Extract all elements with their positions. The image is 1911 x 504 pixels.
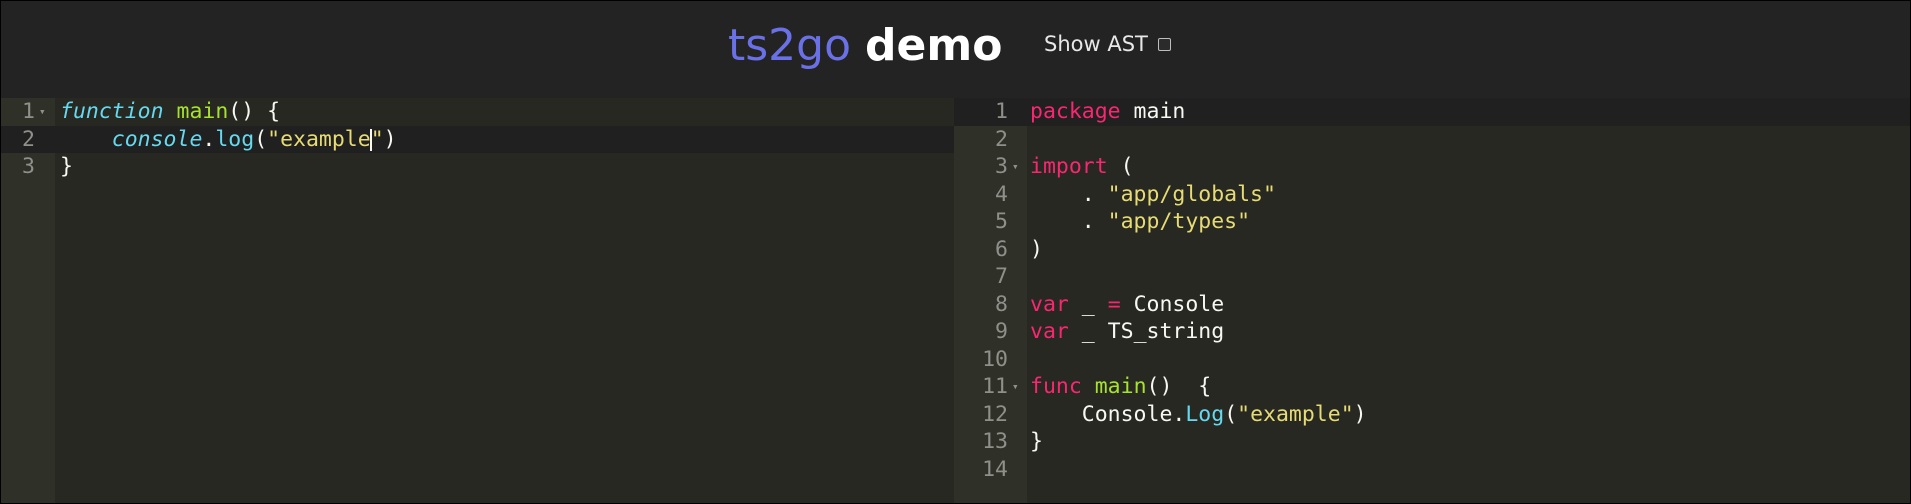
line-number: 7 [995, 264, 1008, 289]
code-text: ) [1030, 236, 1043, 262]
code-line: 3 } [1, 153, 954, 181]
line-number: 10 [982, 346, 1008, 372]
code-line-active: 2 console.log("example") [1, 125, 954, 153]
go-output-editor[interactable]: 1 package main 2 3 ▾ import ( 4 . "app/g… [954, 98, 1910, 503]
page-title: ts2go demo [728, 17, 1002, 75]
line-number: 4 [995, 181, 1008, 207]
code-text: func main() { [1030, 374, 1212, 399]
code-text: console.log("example") [111, 126, 397, 152]
code-text: . "app/types" [1030, 209, 1251, 234]
code-line: 4 . "app/globals" [954, 181, 1910, 209]
line-number: 12 [982, 401, 1008, 427]
line-number: 3 [22, 154, 35, 179]
line-number: 2 [22, 126, 35, 152]
code-text: package main [1030, 99, 1186, 124]
app-window: ts2go demo Show AST 1 ▾ function main() … [0, 0, 1911, 504]
line-number: 1 [22, 99, 35, 124]
code-text: } [60, 154, 73, 179]
code-line: 10 [954, 346, 1910, 374]
code-line: 6 ) [954, 236, 1910, 264]
code-line: 1 ▾ function main() { [1, 98, 954, 126]
line-number: 1 [995, 99, 1008, 124]
line-number: 3 [995, 154, 1008, 179]
code-line: 3 ▾ import ( [954, 153, 1910, 181]
code-line: 12 Console.Log("example") [954, 401, 1910, 429]
line-number: 5 [995, 209, 1008, 234]
line-number: 2 [995, 126, 1008, 152]
code-text: function main() { [60, 99, 281, 124]
header: ts2go demo Show AST [1, 1, 1910, 98]
code-text: var _ = Console [1030, 291, 1225, 317]
title-demo: demo [865, 20, 1003, 71]
typescript-editor[interactable]: 1 ▾ function main() { 2 console.log("exa… [1, 98, 954, 503]
line-number: 11 [982, 374, 1008, 399]
code-line: 14 [954, 456, 1910, 484]
code-line: 13 } [954, 428, 1910, 456]
line-number: 9 [995, 319, 1008, 344]
line-number: 13 [982, 429, 1008, 454]
code-line: 7 [954, 263, 1910, 291]
code-text: } [1030, 429, 1043, 454]
line-number: 8 [995, 291, 1008, 317]
line-number: 6 [995, 236, 1008, 262]
fold-arrow-icon[interactable]: ▾ [1012, 153, 1019, 181]
code-line: 2 [954, 126, 1910, 154]
code-line: 8 var _ = Console [954, 291, 1910, 319]
code-text: var _ TS_string [1030, 319, 1225, 344]
show-ast-label: Show AST [1044, 32, 1148, 56]
code-line-active: 1 package main [954, 98, 1910, 126]
code-text: Console.Log("example") [1081, 401, 1367, 427]
title-brand: ts2go [728, 20, 852, 71]
show-ast-toggle[interactable]: Show AST [1044, 29, 1171, 59]
code-line: 9 var _ TS_string [954, 318, 1910, 346]
line-number: 14 [982, 456, 1008, 482]
fold-arrow-icon[interactable]: ▾ [39, 98, 46, 126]
show-ast-checkbox[interactable] [1157, 37, 1171, 51]
code-text: import ( [1030, 154, 1134, 179]
code-text: . "app/globals" [1030, 181, 1276, 207]
fold-arrow-icon[interactable]: ▾ [1012, 373, 1019, 401]
code-line: 11 ▾ func main() { [954, 373, 1910, 401]
code-line: 5 . "app/types" [954, 208, 1910, 236]
